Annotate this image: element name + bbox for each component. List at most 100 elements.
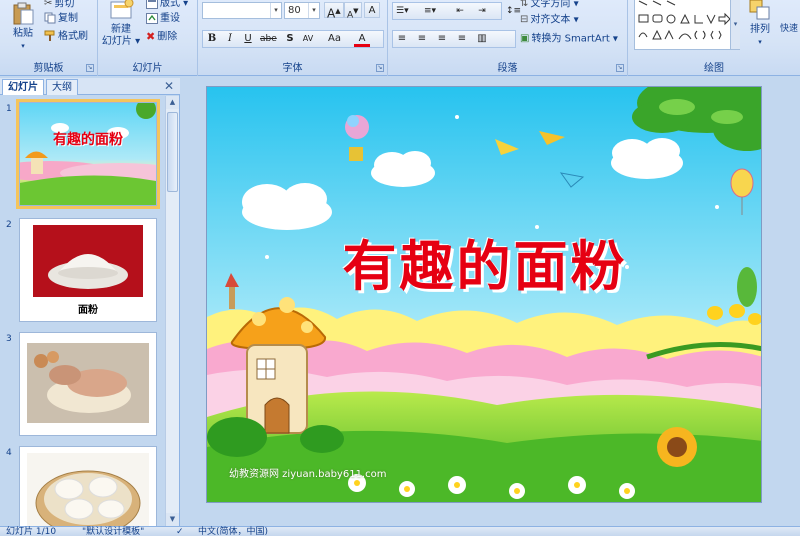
clear-format-button[interactable]: A <box>364 2 380 18</box>
tab-outline[interactable]: 大纲 <box>46 79 78 95</box>
font-color-button[interactable]: A <box>354 31 370 47</box>
new-slide-label-1: 新建 <box>111 24 131 35</box>
drawing-group: ▾ 排列 ▾ 快速 绘图 <box>628 0 800 76</box>
smartart-icon: ▣ <box>520 33 530 44</box>
thumbnail-number: 3 <box>6 334 12 344</box>
font-size-dropdown-icon[interactable]: ▾ <box>308 3 319 18</box>
grow-font-label: A <box>327 6 336 21</box>
scroll-down-icon[interactable]: ▼ <box>166 513 179 526</box>
font-name-dropdown-icon[interactable]: ▾ <box>270 3 281 18</box>
delete-button[interactable]: ✖ 删除 <box>146 29 177 44</box>
thumbnail-1-scene <box>20 103 156 205</box>
tab-slides[interactable]: 幻灯片 <box>2 79 44 95</box>
thumbnail-3-kneading-photo <box>27 343 149 423</box>
thumbnail-slide-1[interactable]: 有趣的面粉 <box>16 99 160 209</box>
paste-button[interactable]: 粘贴 ▾ <box>6 2 40 52</box>
decrease-indent-icon[interactable]: ⇤ <box>452 3 468 19</box>
drawing-group-label: 绘图 <box>704 63 724 74</box>
shapes-gallery-icon <box>638 0 731 40</box>
align-center-icon[interactable]: ≡ <box>414 31 430 47</box>
increase-indent-icon[interactable]: ⇥ <box>474 3 490 19</box>
numbering-icon[interactable]: ≡▾ <box>422 3 438 19</box>
change-case-button[interactable]: Aa <box>326 31 343 47</box>
smartart-button[interactable]: ▣ 转换为 SmartArt ▾ <box>520 31 618 46</box>
character-spacing-button[interactable]: AV <box>300 31 316 47</box>
delete-label: 删除 <box>157 31 178 43</box>
shapes-gallery[interactable]: ▾ <box>634 0 740 50</box>
clipboard-group: 粘贴 ▾ ✂ 剪切 复制 格式刷 剪贴板 ↘ <box>0 0 98 76</box>
arrange-dropdown-icon: ▾ <box>758 38 762 46</box>
spellcheck-icon[interactable]: ✓ <box>176 527 184 536</box>
format-painter-label: 格式刷 <box>58 31 88 42</box>
scissors-icon: ✂ <box>44 0 53 9</box>
scrollbar-thumb[interactable] <box>167 112 178 192</box>
clear-format-label: A <box>368 5 376 16</box>
thumbnail-slide-3[interactable] <box>19 332 157 436</box>
paste-label: 粘贴 <box>13 28 33 39</box>
slide-title[interactable]: 有趣的面粉 <box>207 222 761 301</box>
text-direction-button[interactable]: ⇅ 文字方向 ▾ <box>520 0 579 11</box>
font-launcher-icon[interactable]: ↘ <box>376 64 384 72</box>
clipboard-group-label: 剪贴板 <box>33 63 64 74</box>
text-direction-label: 文字方向 ▾ <box>530 0 579 10</box>
thumbnail-4-buns-photo <box>27 453 149 526</box>
font-size-combo[interactable]: 80 ▾ <box>284 2 320 19</box>
cut-button[interactable]: ✂ 剪切 <box>44 0 74 11</box>
gallery-more-icon[interactable]: ▾ <box>730 0 740 49</box>
italic-button[interactable]: I <box>222 31 238 47</box>
bold-button[interactable]: B <box>204 31 220 47</box>
format-painter-button[interactable]: 格式刷 <box>44 29 88 44</box>
status-theme: "默认设计模板" <box>82 527 145 536</box>
font-group-label: 字体 <box>282 63 303 74</box>
quick-styles-button[interactable]: 快速 <box>780 22 798 37</box>
columns-icon[interactable]: ▥ <box>474 31 490 47</box>
grow-font-button[interactable]: A▲ <box>324 2 344 21</box>
text-shadow-button[interactable]: S <box>282 31 298 47</box>
align-right-icon[interactable]: ≡ <box>434 31 450 47</box>
smartart-label: 转换为 SmartArt ▾ <box>531 33 618 45</box>
slides-group-label: 幻灯片 <box>132 63 163 74</box>
align-text-button[interactable]: ⊟ 对齐文本 ▾ <box>520 12 579 27</box>
paintbrush-icon <box>44 30 55 41</box>
underline-button[interactable]: U <box>240 31 256 47</box>
status-bar: 幻灯片 1/10 "默认设计模板" ✓ 中文(简体，中国) <box>0 526 800 536</box>
scroll-up-icon[interactable]: ▲ <box>166 96 179 109</box>
arrange-label: 排列 <box>750 24 770 35</box>
shrink-font-button[interactable]: A▼ <box>344 2 362 20</box>
reset-icon <box>146 12 158 24</box>
close-pane-icon[interactable]: ✕ <box>164 79 174 93</box>
cut-label: 剪切 <box>54 0 75 10</box>
arrange-button[interactable]: 排列 ▾ <box>746 0 774 48</box>
new-slide-icon <box>110 0 134 19</box>
copy-icon <box>44 12 56 24</box>
text-direction-icon: ⇅ <box>520 0 529 9</box>
paste-icon <box>13 2 34 25</box>
thumbnail-slide-4[interactable] <box>19 446 157 526</box>
status-language: 中文(简体，中国) <box>198 527 269 536</box>
paragraph-group-label: 段落 <box>497 63 518 74</box>
paragraph-group: ☰▾ ≡▾ ⇤ ⇥ ↕≡ ≡ ≡ ≡ ≡ ▥ ⇅ 文字方向 ▾ ⊟ 对齐文本 ▾ ▣… <box>388 0 628 76</box>
status-slide-count: 幻灯片 1/10 <box>6 527 57 536</box>
current-slide[interactable]: 有趣的面粉 幼教资源网 ziyuan.baby611.com <box>206 86 762 503</box>
clipboard-launcher-icon[interactable]: ↘ <box>86 64 94 72</box>
font-group: ▾ 80 ▾ A▲ A▼ A B I U abe S AV Aa A 字体 ↘ <box>198 0 388 76</box>
layout-label: 版式 ▾ <box>160 0 189 9</box>
new-slide-button[interactable]: 新建 幻灯片 ▾ <box>101 0 141 48</box>
new-slide-label-2: 幻灯片 ▾ <box>101 36 141 47</box>
slide-editing-area: 有趣的面粉 幼教资源网 ziyuan.baby611.com <box>181 78 800 526</box>
strikethrough-button[interactable]: abe <box>258 31 279 47</box>
copy-button[interactable]: 复制 <box>44 11 78 26</box>
layout-button[interactable]: 版式 ▾ <box>146 0 188 11</box>
thumbnail-slide-2[interactable]: 面粉 <box>19 218 157 322</box>
thumbnail-1-title: 有趣的面粉 <box>53 132 123 148</box>
thumbnail-scrollbar[interactable]: ▲ ▼ <box>165 96 179 526</box>
reset-button[interactable]: 重设 <box>146 11 180 26</box>
paste-dropdown-icon: ▾ <box>21 42 25 50</box>
align-left-icon[interactable]: ≡ <box>394 31 410 47</box>
slides-pane: 幻灯片 大纲 ✕ 1 有趣的面粉 2 面粉 3 4 ▲ ▼ <box>0 78 180 526</box>
font-name-combo[interactable]: ▾ <box>202 2 282 19</box>
paragraph-launcher-icon[interactable]: ↘ <box>616 64 624 72</box>
copy-label: 复制 <box>58 13 78 24</box>
bullets-icon[interactable]: ☰▾ <box>394 3 411 19</box>
justify-icon[interactable]: ≡ <box>454 31 470 47</box>
